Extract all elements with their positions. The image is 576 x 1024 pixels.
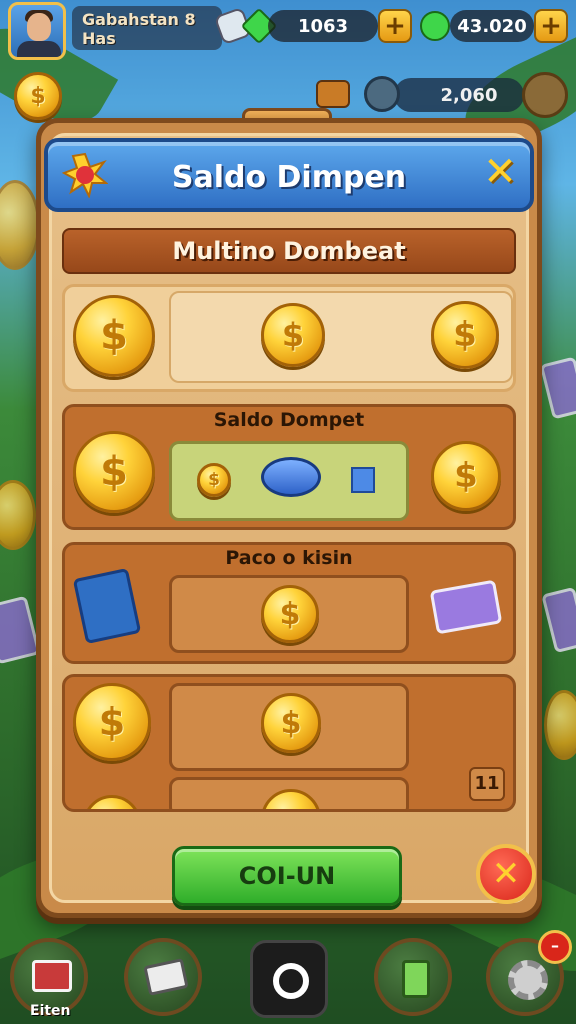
card-stack-icon [429,579,503,635]
background-card [539,356,576,420]
phone-icon [402,960,430,998]
card-pack-icon [72,567,142,645]
add-resource-1-button[interactable]: + [378,9,412,43]
reward-row: Saldo Dompet $ $ $ [62,404,516,530]
player-avatar[interactable] [8,2,66,60]
coin-icon: $ [431,301,499,369]
settings-icon[interactable] [522,72,568,118]
close-button[interactable]: ✕ [480,152,520,192]
dialog-title: Saldo Dimpen [171,160,407,195]
shop-icon [143,958,189,996]
nav-phone-button[interactable] [374,938,452,1016]
row-label: Saldo Dompet [213,409,365,431]
player-name-panel: Gabahstan 8 Has [72,6,222,50]
plus-icon: + [540,11,562,41]
home-icon [273,963,309,999]
background-coin [0,480,36,550]
coin-icon: $ [73,295,155,377]
globe-icon [364,76,400,112]
resource-value-1: 1063 [297,15,349,37]
chest-icon [316,80,350,108]
player-name: Gabahstan 8 [82,10,196,29]
coin-icon: $ [261,693,321,753]
cards-icon [32,960,72,992]
coin-icon: $ [197,463,231,497]
coin-icon: $ [261,585,319,643]
secondary-counter: 2,060 [394,78,524,112]
home-button[interactable] [250,940,328,1018]
cancel-button[interactable]: ✕ [476,844,536,904]
background-card [0,595,41,665]
nav-shop-button[interactable] [124,938,202,1016]
coin-icon: $ [14,72,62,120]
avatar-face [27,13,51,41]
gem-icon [420,11,450,41]
coin-icon [83,795,141,809]
count-badge-value: 11 [474,773,500,794]
background-coin [544,690,576,760]
cube-icon [351,467,375,493]
confirm-button[interactable]: COI-UN [172,846,402,906]
coin-icon: $ [73,683,151,761]
reward-row: $ $ 11 [62,674,516,812]
row-label: Paco o kisin [225,547,353,569]
reward-row: $ $ $ [62,284,516,392]
resource-value-2: 43.020 [457,15,527,37]
coin-icon: $ [261,303,325,367]
coin-icon: $ [73,431,155,513]
secondary-counter-value: 2,060 [440,84,498,106]
section-header: Multino Dombeat [62,228,516,274]
resource-counter-2: 43.020 [450,10,534,42]
reward-row: Paco o kisin $ [62,542,516,664]
chip-stack-icon [261,457,321,497]
gear-icon [508,960,548,1000]
notification-badge: – [538,930,572,964]
player-subtitle: Has [82,29,116,48]
dialog-title-bar: Saldo Dimpen ✕ [44,138,534,212]
coin-icon: $ [431,441,501,511]
count-badge: 11 [469,767,505,801]
background-card [541,586,576,654]
nav-cards-label: Eiten [30,1003,71,1019]
add-resource-2-button[interactable]: + [534,9,568,43]
plus-icon: + [384,11,406,41]
resource-counter-1: 1063 [268,10,378,42]
background-coin [0,180,40,270]
avatar-suit [17,41,61,57]
